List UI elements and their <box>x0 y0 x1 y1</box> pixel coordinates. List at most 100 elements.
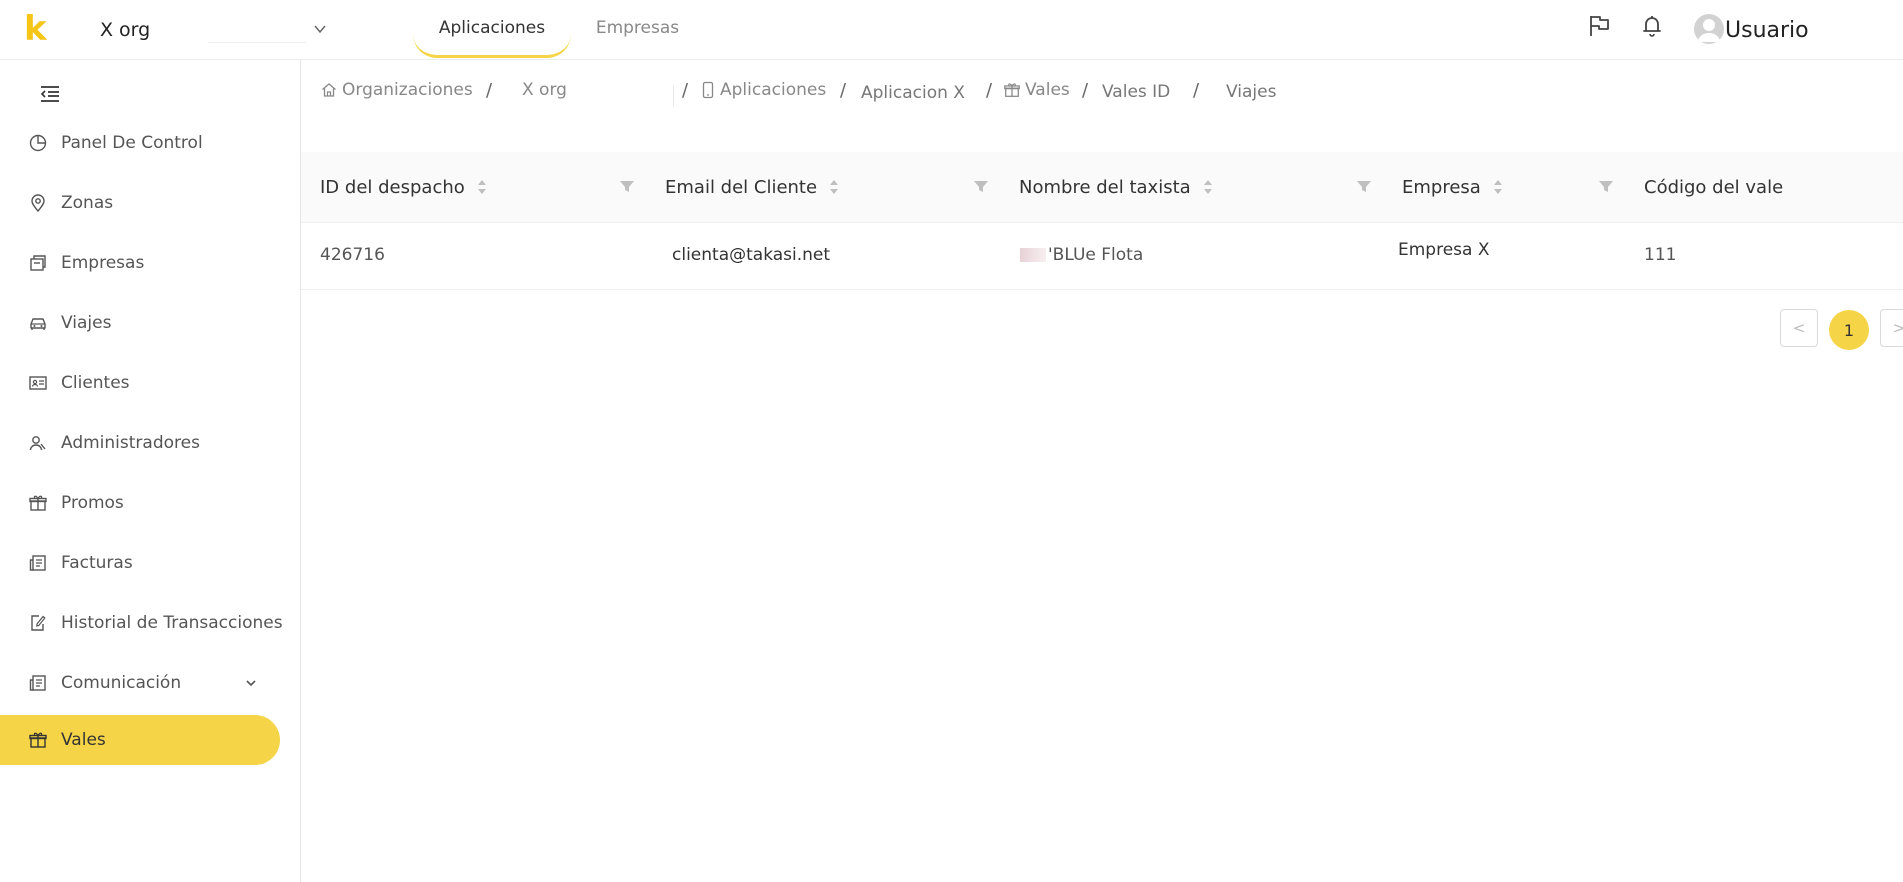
column-header-driver-name[interactable]: Nombre del taxista <box>1019 152 1213 222</box>
sidebar-item-zonas[interactable]: Zonas <box>0 178 280 228</box>
sidebar-item-clientes[interactable]: Clientes <box>0 358 280 408</box>
sidebar-item-label: Facturas <box>61 553 133 573</box>
car-icon <box>30 318 46 330</box>
table-body: 426716 clienta@takasi.net 'BLUe Flota Em… <box>301 223 1903 290</box>
breadcrumb-separator: / <box>840 80 847 101</box>
column-header-label: Empresa <box>1402 176 1481 198</box>
sort-icon[interactable] <box>829 178 839 196</box>
sidebar-item-historial-transacciones[interactable]: Historial de Transacciones <box>0 598 283 648</box>
table-row[interactable]: 426716 clienta@takasi.net 'BLUe Flota Em… <box>301 223 1903 287</box>
breadcrumb-label: X org <box>522 80 567 100</box>
pie-chart-icon <box>29 134 47 152</box>
breadcrumb-viajes: Viajes <box>1226 82 1276 102</box>
org-selector[interactable]: X org <box>100 15 330 45</box>
cell-voucher-code: 111 <box>1644 245 1677 265</box>
sort-icon[interactable] <box>1493 178 1503 196</box>
breadcrumb-label: Aplicacion X <box>861 83 965 103</box>
location-pin-icon <box>31 194 45 213</box>
sidebar-item-administradores[interactable]: Administradores <box>0 418 280 468</box>
sidebar-item-label: Vales <box>61 730 106 750</box>
building-icon <box>30 255 46 271</box>
sidebar-item-label: Viajes <box>61 313 112 333</box>
sidebar-item-label: Panel De Control <box>61 133 203 153</box>
users-icon <box>29 436 46 451</box>
breadcrumb-separator: / <box>682 80 689 101</box>
breadcrumb-vales-id[interactable]: Vales ID <box>1102 82 1170 102</box>
top-bar: k X org Aplicaciones Empresas Usuario <box>0 0 1903 60</box>
cell-company: Empresa X <box>1398 240 1490 260</box>
breadcrumb-separator: / <box>486 80 493 101</box>
pagination-page-button[interactable]: 1 <box>1829 310 1869 350</box>
chevron-down-icon[interactable] <box>242 674 260 692</box>
sidebar-item-panel-de-control[interactable]: Panel De Control <box>0 118 280 168</box>
sidebar-item-empresas[interactable]: Empresas <box>0 238 280 288</box>
bell-icon[interactable] <box>1638 12 1666 40</box>
chevron-left-icon: < <box>1792 319 1806 337</box>
sidebar-item-label: Comunicación <box>61 673 182 693</box>
edit-document-icon <box>31 615 46 631</box>
sidebar-item-comunicacion[interactable]: Comunicación <box>0 658 280 708</box>
column-header-label: Nombre del taxista <box>1019 176 1191 198</box>
column-header-client-email[interactable]: Email del Cliente <box>665 152 839 222</box>
org-select-underline <box>208 42 306 43</box>
cell-client-email: clienta@takasi.net <box>672 245 831 265</box>
invoice-icon <box>29 555 46 571</box>
gift-icon <box>29 495 47 511</box>
gift-icon <box>29 732 47 748</box>
user-name[interactable]: Usuario <box>1725 18 1809 43</box>
tab-empresas-label: Empresas <box>595 18 680 38</box>
tab-aplicaciones[interactable]: Aplicaciones <box>413 12 571 58</box>
sidebar-item-viajes[interactable]: Viajes <box>0 298 280 348</box>
flag-icon[interactable] <box>1585 12 1613 40</box>
id-card-icon <box>29 376 47 390</box>
breadcrumb-divider <box>673 86 674 106</box>
sidebar-item-promos[interactable]: Promos <box>0 478 280 528</box>
column-header-label: ID del despacho <box>320 176 465 198</box>
breadcrumb-separator: / <box>1082 80 1089 101</box>
breadcrumb-aplicacion-x[interactable]: Aplicacion X <box>861 83 965 103</box>
user-avatar-icon <box>1698 19 1720 42</box>
breadcrumb-label: Viajes <box>1226 82 1277 102</box>
invoice-icon <box>29 675 46 691</box>
menu-collapse-icon[interactable] <box>38 82 62 106</box>
avatar[interactable] <box>1694 14 1724 44</box>
filter-icon[interactable] <box>1356 178 1372 194</box>
breadcrumb-separator: / <box>986 80 993 101</box>
home-icon <box>322 83 336 97</box>
filter-icon[interactable] <box>973 178 989 194</box>
sidebar-item-label: Clientes <box>61 373 130 393</box>
column-header-label: Código del vale <box>1644 176 1784 198</box>
tab-aplicaciones-label: Aplicaciones <box>438 18 546 38</box>
breadcrumb-vales[interactable]: Vales <box>1003 80 1070 100</box>
table-header: ID del despacho Email del Cliente Nombre… <box>301 152 1903 223</box>
sidebar-item-label: Administradores <box>61 433 200 453</box>
cell-dispatch-id: 426716 <box>320 245 385 265</box>
sidebar-item-facturas[interactable]: Facturas <box>0 538 280 588</box>
column-header-voucher-code[interactable]: Código del vale <box>1644 152 1783 222</box>
breadcrumb-x-org[interactable]: X org <box>522 80 567 100</box>
chevron-down-icon[interactable] <box>310 19 330 39</box>
pagination-prev-button[interactable]: < <box>1780 309 1818 347</box>
tab-empresas[interactable]: Empresas <box>585 12 690 58</box>
breadcrumb-aplicaciones[interactable]: Aplicaciones <box>700 80 826 100</box>
sidebar: Panel De Control Zonas Empresas Viajes C… <box>0 60 301 882</box>
sidebar-item-label: Promos <box>61 493 124 513</box>
breadcrumb-label: Organizaciones <box>342 80 473 100</box>
breadcrumb-organizaciones[interactable]: Organizaciones <box>320 80 473 100</box>
filter-icon[interactable] <box>1598 178 1614 194</box>
sidebar-item-label: Zonas <box>61 193 114 213</box>
sort-icon[interactable] <box>477 178 487 196</box>
app-logo[interactable]: k <box>24 12 47 46</box>
filter-icon[interactable] <box>619 178 635 194</box>
column-header-dispatch-id[interactable]: ID del despacho <box>320 152 487 222</box>
sidebar-item-vales[interactable]: Vales <box>0 715 280 765</box>
pagination-next-button[interactable]: > <box>1880 309 1903 347</box>
sidebar-item-label: Historial de Transacciones <box>61 613 283 633</box>
column-header-company[interactable]: Empresa <box>1402 152 1503 222</box>
chevron-right-icon: > <box>1892 319 1903 337</box>
breadcrumb-separator: / <box>1193 80 1200 101</box>
breadcrumb-label: Aplicaciones <box>720 80 827 100</box>
breadcrumb-label: Vales ID <box>1102 82 1171 102</box>
sort-icon[interactable] <box>1203 178 1213 196</box>
driver-name-text: 'BLUe Flota <box>1048 245 1144 265</box>
